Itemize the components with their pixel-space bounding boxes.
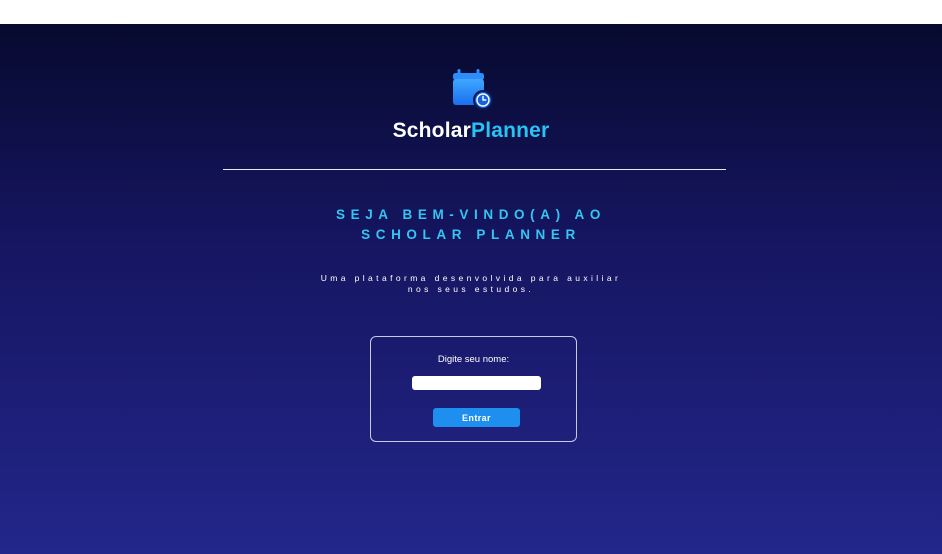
name-label: Digite seu nome: — [437, 354, 510, 365]
brand-name-part1: Scholar — [392, 119, 471, 142]
divider — [223, 169, 726, 170]
top-strip — [0, 0, 942, 24]
login-card: Digite seu nome: Entrar — [370, 336, 577, 442]
brand-title: ScholarPlanner — [0, 119, 942, 143]
enter-button[interactable]: Entrar — [433, 408, 520, 427]
brand-name-part2: Planner — [471, 119, 550, 142]
welcome-heading: SEJA BEM-VINDO(A) AO SCHOLAR PLANNER — [0, 205, 942, 245]
subtitle-line-1: Uma plataforma desenvolvida para auxilia… — [320, 273, 622, 283]
subtitle: Uma plataforma desenvolvida para auxilia… — [0, 273, 942, 295]
calendar-clock-icon — [453, 69, 493, 110]
name-input[interactable] — [412, 376, 541, 390]
welcome-line-2: SCHOLAR PLANNER — [361, 227, 581, 242]
welcome-page: ScholarPlanner SEJA BEM-VINDO(A) AO SCHO… — [0, 24, 942, 554]
welcome-line-1: SEJA BEM-VINDO(A) AO — [335, 207, 606, 222]
subtitle-line-2: nos seus estudos. — [407, 284, 535, 294]
